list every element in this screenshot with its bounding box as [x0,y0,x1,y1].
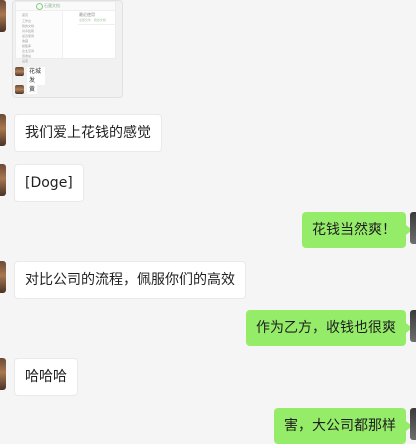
my-avatar[interactable] [410,408,416,440]
screenshot-sidebar-item: 设置 [22,59,29,63]
message-bubble-incoming[interactable]: 我们爱上花钱的感觉 [14,114,162,152]
screenshot-sidebar-item: 首页 [22,13,29,17]
screenshot-sidebar-item: 模板库 [22,44,32,48]
screenshot-main-subtitle: 全部文件 · 我的文档 [79,18,106,22]
screenshot-sidebar-item: 收藏 [22,39,29,43]
my-avatar[interactable] [410,212,416,244]
message-bubble-incoming[interactable]: 对比公司的流程，佩服你们的高效 [14,261,246,299]
screenshot-sidebar-item: 回收站 [22,54,32,58]
my-avatar[interactable] [410,310,416,342]
message-bubble-incoming[interactable]: [Doge] [14,164,84,202]
contact-avatar[interactable] [0,114,6,146]
mini-avatar [15,67,24,76]
screenshot-sidebar: 首页 工作台 我的文档 共享给我 最近使用 收藏 模板库 企业空间 回收站 设置 [16,11,63,63]
contact-avatar[interactable] [0,358,6,390]
message-bubble-incoming[interactable]: 哈哈哈 [14,358,78,396]
contact-avatar[interactable] [0,261,6,293]
screenshot-sidebar-item: 最近使用 [22,34,35,38]
shared-screenshot-image[interactable]: 石墨文档 首页 工作台 我的文档 共享给我 最近使用 收藏 模板库 企业空间 回… [12,0,123,98]
screenshot-logo-text: 石墨文档 [44,3,60,8]
message-bubble-outgoing[interactable]: 害，大公司都那样 [274,408,412,444]
screenshot-topbar: 石墨文档 [16,2,115,11]
screenshot-sidebar-item: 共享给我 [22,29,35,33]
message-bubble-outgoing[interactable]: 花钱当然爽！ [302,212,412,248]
screenshot-chat-row: 黄 [15,83,45,97]
screenshot-chat-row: 花城发 [15,65,45,85]
logo-icon [36,3,43,10]
mini-name: 黄 [27,85,38,94]
contact-avatar[interactable] [0,164,6,196]
screenshot-sidebar-item: 我的文档 [22,24,35,28]
screenshot-preview: 石墨文档 首页 工作台 我的文档 共享给我 最近使用 收藏 模板库 企业空间 回… [15,1,116,63]
screenshot-divider [78,24,116,25]
screenshot-sidebar-item: 企业空间 [22,49,35,53]
screenshot-sidebar-item: 工作台 [22,19,32,23]
contact-avatar[interactable] [0,0,6,32]
mini-avatar [15,85,24,94]
message-bubble-outgoing[interactable]: 作为乙方，收钱也很爽 [246,310,412,346]
